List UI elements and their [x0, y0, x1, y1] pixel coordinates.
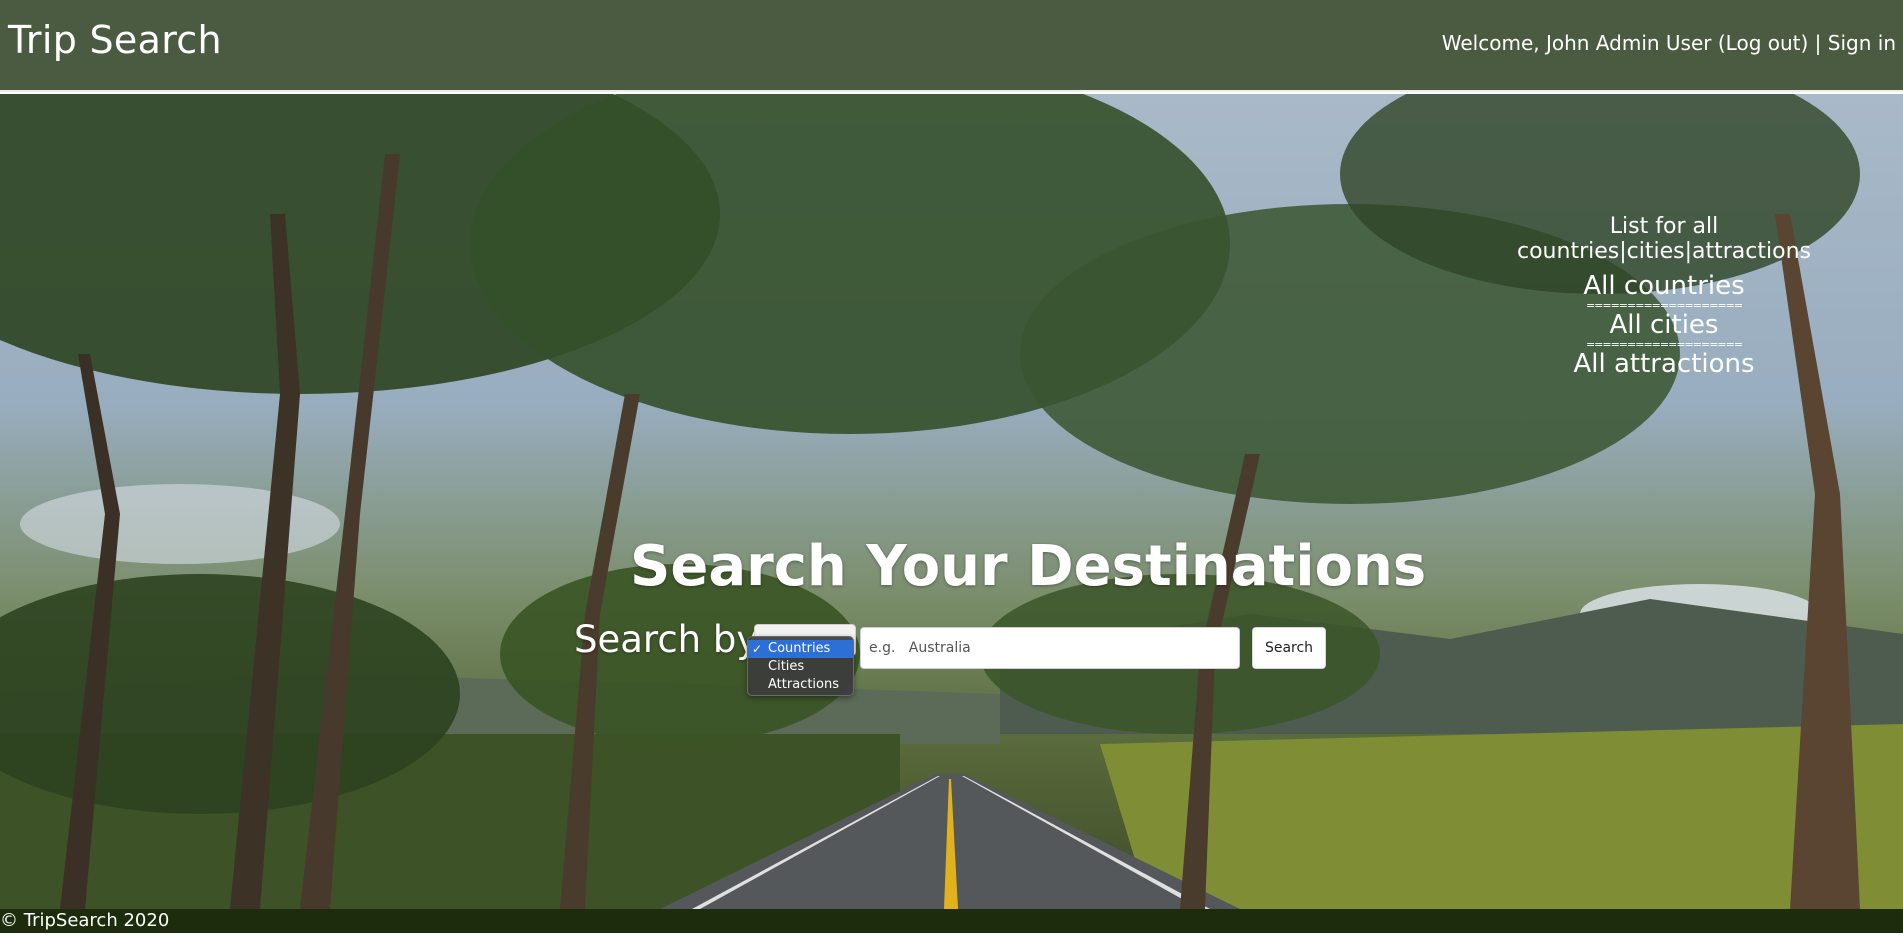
user-divider: |	[1814, 31, 1822, 55]
all-cities-link[interactable]: All cities	[1474, 311, 1854, 339]
list-panel: List for all countries|cities|attraction…	[1474, 214, 1854, 378]
list-prefix: List for all	[1609, 214, 1719, 239]
option-countries[interactable]: ✓ Countries	[748, 640, 853, 658]
all-countries-link[interactable]: All countries	[1474, 272, 1854, 300]
countries-link[interactable]: countries	[1517, 239, 1619, 264]
all-attractions-link[interactable]: All attractions	[1474, 350, 1854, 378]
option-attractions[interactable]: Attractions	[748, 676, 853, 694]
brand-link[interactable]: Trip Search	[8, 18, 222, 62]
checkmark-icon: ✓	[752, 642, 763, 656]
option-label: Attractions	[768, 677, 839, 692]
search-type-dropdown[interactable]: ✓ Countries Cities Attractions	[747, 636, 854, 696]
option-label: Cities	[768, 659, 805, 674]
page-title: Search Your Destinations	[630, 534, 1427, 599]
attractions-link[interactable]: attractions	[1692, 239, 1811, 264]
list-pipe-2: |	[1684, 239, 1693, 264]
search-input[interactable]	[860, 627, 1240, 669]
search-button[interactable]: Search	[1252, 627, 1326, 669]
logout-link[interactable]: (Log out)	[1718, 31, 1808, 55]
user-bar: Welcome, John Admin User (Log out) | Sig…	[1442, 31, 1896, 55]
welcome-text: Welcome, John Admin User	[1441, 31, 1712, 55]
footer-text: © TripSearch 2020	[0, 910, 170, 931]
hero-background: List for all countries|cities|attraction…	[0, 94, 1903, 909]
search-by-label: Search by:	[574, 618, 769, 661]
top-navbar: Trip Search Welcome, John Admin User (Lo…	[0, 0, 1903, 92]
signin-link[interactable]: Sign in	[1828, 31, 1896, 55]
list-heading: List for all countries|cities|attraction…	[1474, 214, 1854, 264]
list-pipe-1: |	[1619, 239, 1627, 264]
cities-link[interactable]: cities	[1627, 239, 1685, 264]
footer: © TripSearch 2020	[0, 909, 1903, 933]
option-label: Countries	[768, 641, 831, 656]
option-cities[interactable]: Cities	[748, 658, 853, 676]
